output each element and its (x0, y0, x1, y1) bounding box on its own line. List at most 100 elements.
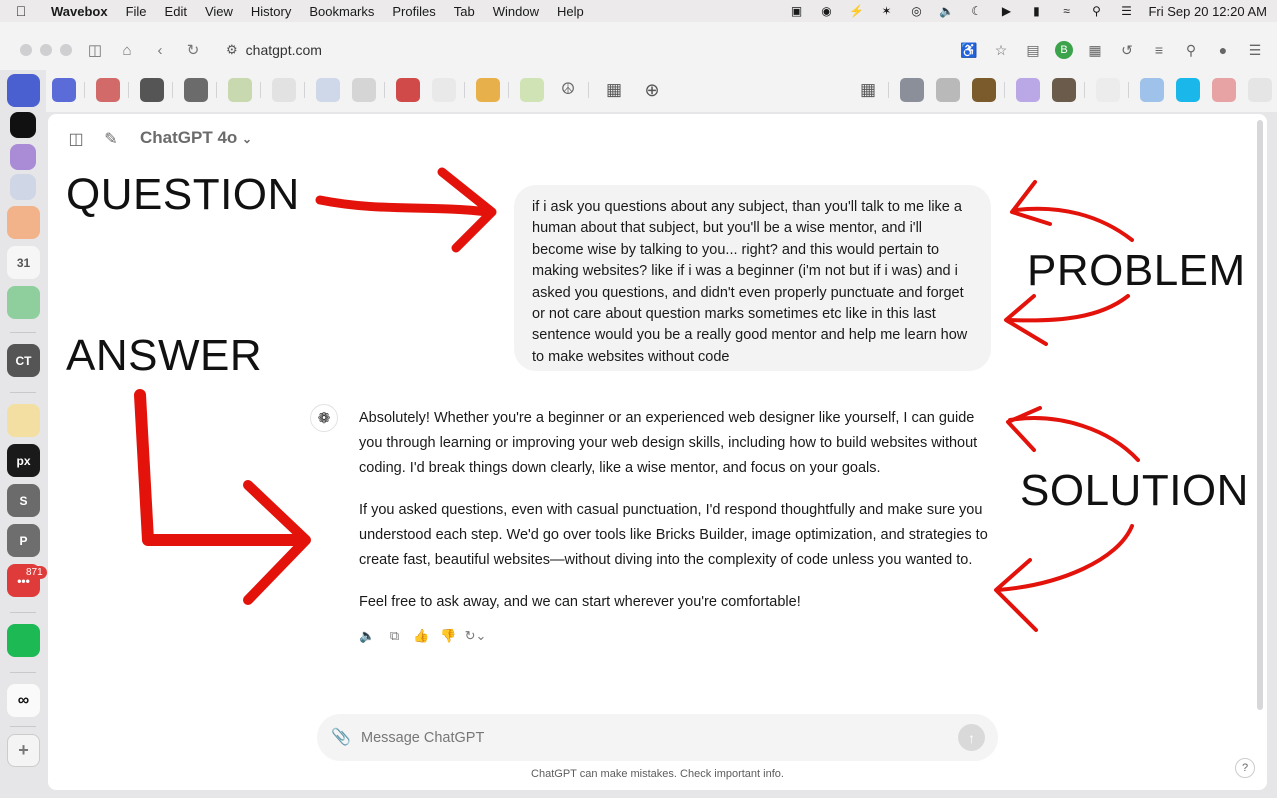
rail-add-icon[interactable]: + (7, 734, 40, 767)
storage-icon[interactable]: ▤ (1023, 40, 1043, 60)
tab-maps-icon[interactable] (520, 78, 544, 102)
menu-window[interactable]: Window (484, 4, 548, 19)
menu-profiles[interactable]: Profiles (383, 4, 444, 19)
tab-apple-icon[interactable] (936, 78, 960, 102)
menu-help[interactable]: Help (548, 4, 593, 19)
battery-icon[interactable]: ▮ (1028, 4, 1044, 18)
bookmark-star-icon[interactable]: ☆ (991, 40, 1011, 60)
menu-file[interactable]: File (117, 4, 156, 19)
rail-group-icon[interactable] (7, 74, 40, 107)
copy-icon[interactable]: ⧉ (386, 627, 403, 644)
volume-icon[interactable]: 🔈 (938, 4, 954, 18)
regenerate-icon[interactable]: ↻⌄ (465, 627, 487, 644)
message-input[interactable] (361, 726, 921, 749)
paperclip-icon[interactable]: 📎 (331, 727, 351, 747)
close-window-button[interactable] (20, 44, 32, 56)
rail-notes-icon[interactable] (7, 404, 40, 437)
user-message-bubble: if i ask you questions about any subject… (514, 185, 991, 371)
site-settings-icon[interactable]: ⚙ (226, 42, 238, 58)
account-icon[interactable]: ● (1213, 40, 1233, 60)
menu-history[interactable]: History (242, 4, 300, 19)
play-icon[interactable]: ▶ (998, 4, 1014, 18)
tab-page-icon[interactable] (352, 78, 376, 102)
find-icon[interactable]: ⚲ (1181, 40, 1201, 60)
tab-bug-icon[interactable] (900, 78, 924, 102)
thumbs-down-icon[interactable]: 👎 (440, 627, 457, 644)
tab-stack-icon[interactable] (972, 78, 996, 102)
tab-peace-icon[interactable]: ☮ (556, 78, 580, 102)
tab-bear-icon[interactable] (1096, 78, 1120, 102)
menu-view[interactable]: View (196, 4, 242, 19)
accessibility-icon[interactable]: ♿ (959, 40, 979, 60)
address-bar[interactable]: ⚙ chatgpt.com (226, 40, 322, 60)
add-tab-icon[interactable]: ⊕ (640, 78, 664, 102)
sync-icon[interactable]: ↺ (1117, 40, 1137, 60)
rail-spotify-icon[interactable] (7, 624, 40, 657)
menubar-clock[interactable]: Fri Sep 20 12:20 AM (1148, 4, 1267, 19)
menu-edit[interactable]: Edit (156, 4, 196, 19)
send-arrow-icon[interactable]: ↑ (958, 724, 985, 751)
screenshot-icon[interactable]: ▣ (788, 4, 804, 18)
rail-calendar-icon[interactable]: 31 (7, 246, 40, 279)
minimize-window-button[interactable] (40, 44, 52, 56)
tab-youtube-studio-icon[interactable] (1212, 78, 1236, 102)
tab-stm-icon[interactable] (184, 78, 208, 102)
tab-doc-icon[interactable] (272, 78, 296, 102)
tab-vimeo-icon[interactable] (1176, 78, 1200, 102)
tab-loop-icon[interactable] (316, 78, 340, 102)
menu-app-name[interactable]: Wavebox (42, 4, 117, 19)
reading-list-icon[interactable]: ≡ (1149, 40, 1169, 60)
thumbs-up-icon[interactable]: 👍 (413, 627, 430, 644)
read-aloud-icon[interactable]: 🔈 (359, 627, 376, 644)
bluetooth-icon[interactable]: ✶ (878, 4, 894, 18)
control-center-icon[interactable]: ☰ (1118, 4, 1134, 18)
tab-separator (384, 82, 385, 98)
tab-app-icon[interactable] (140, 78, 164, 102)
bolt-app-icon[interactable]: ⚡ (848, 4, 864, 18)
rail-s-icon[interactable]: S (7, 484, 40, 517)
rail-bot-icon[interactable] (10, 144, 36, 170)
wifi-icon[interactable]: ≈ (1058, 4, 1074, 18)
tab-brown-icon[interactable] (1052, 78, 1076, 102)
search-icon[interactable]: ⚲ (1088, 4, 1104, 18)
tab-dollar-icon[interactable] (432, 78, 456, 102)
moon-icon[interactable]: ☾ (968, 4, 984, 18)
menu-tab[interactable]: Tab (445, 4, 484, 19)
rail-star-icon[interactable] (7, 286, 40, 319)
rail-ct-icon[interactable]: CT (7, 344, 40, 377)
tab-leaf-icon[interactable] (228, 78, 252, 102)
apple-menu-icon[interactable]:  (0, 3, 42, 19)
menu-bookmarks[interactable]: Bookmarks (300, 4, 383, 19)
macos-menu-bar:  Wavebox File Edit View History Bookmar… (0, 0, 1277, 22)
tab-dropbox-icon[interactable] (1140, 78, 1164, 102)
home-icon[interactable]: ⌂ (117, 40, 137, 60)
record-icon[interactable]: ◉ (818, 4, 834, 18)
toggle-sidebar-icon[interactable]: ◫ (65, 128, 87, 150)
rail-wave-icon[interactable]: ∞ (7, 684, 40, 717)
tab-apps-grid-icon[interactable]: ▦ (602, 78, 626, 102)
tab-grid-icon[interactable] (476, 78, 500, 102)
help-button[interactable]: ? (1235, 758, 1255, 778)
extensions-icon[interactable]: ▦ (1085, 40, 1105, 60)
rail-face-icon[interactable] (10, 174, 36, 200)
model-selector[interactable]: ChatGPT 4o ⌄ (140, 128, 252, 148)
hamburger-menu-icon[interactable]: ☰ (1245, 40, 1265, 60)
tab-card-icon[interactable] (396, 78, 420, 102)
profile-avatar[interactable]: B (1055, 41, 1073, 59)
new-chat-icon[interactable]: ✎ (100, 128, 122, 150)
rail-asterisk-icon[interactable] (7, 206, 40, 239)
tab-youtube-icon[interactable] (96, 78, 120, 102)
right-apps-grid-icon[interactable]: ▦ (856, 78, 880, 102)
rail-chatgpt-icon[interactable] (10, 112, 36, 138)
airdrop-icon[interactable]: ◎ (908, 4, 924, 18)
tab-canva-icon[interactable] (1016, 78, 1040, 102)
back-icon[interactable]: ‹ (150, 40, 170, 60)
rail-px-icon[interactable]: px (7, 444, 40, 477)
zoom-window-button[interactable] (60, 44, 72, 56)
reload-icon[interactable]: ↻ (183, 40, 203, 60)
tab-group-icon[interactable] (52, 78, 76, 102)
rail-patreon-icon[interactable]: P (7, 524, 40, 557)
tab-doc2-icon[interactable] (1248, 78, 1272, 102)
page-scrollbar[interactable] (1257, 120, 1263, 710)
sidebar-toggle-icon[interactable]: ◫ (85, 40, 105, 60)
